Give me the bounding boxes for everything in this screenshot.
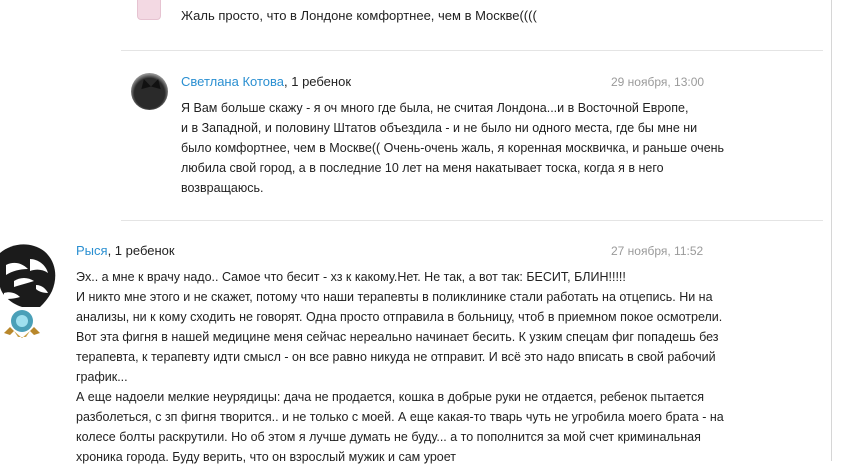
comment-line: терапевта, к терапевту идти смысл - он в…	[76, 350, 716, 364]
comment-line: Эх.. а мне к врачу надо.. Самое что беси…	[76, 270, 626, 284]
comment-line: было комфортнее, чем в Москве(( Очень-оч…	[181, 141, 725, 155]
comment-divider	[121, 220, 823, 221]
comment-line: любила свой город, а в последние 10 лет …	[181, 161, 664, 175]
comment-line: возвращаюсь.	[181, 181, 264, 195]
comment-line: хроника города. Буду верить, что он взро…	[76, 450, 456, 464]
comment-line: колесе болты раскрутили. Но об этом я лу…	[76, 430, 701, 444]
cat-ear-icon	[139, 77, 151, 90]
comment-line: А еще надоели мелкие неурядицы: дача не …	[76, 390, 704, 404]
comment-line: И никто мне этого и не скажет, потому чт…	[76, 290, 713, 304]
comment-line: график...	[76, 370, 128, 384]
comment-line: и в Западной, и половину Штатов объездил…	[181, 121, 698, 135]
comment-line: Вот эта фигня в нашей медицине меня сейч…	[76, 330, 719, 344]
author-name-link[interactable]: Рыся	[76, 243, 108, 258]
author-name-link[interactable]: Светлана Котова	[181, 74, 284, 89]
cat-ear-icon	[151, 77, 163, 90]
page-right-border	[831, 0, 832, 461]
comment-divider	[121, 50, 823, 51]
comment-text: Жаль просто, что в Лондоне комфортнее, ч…	[181, 8, 537, 23]
comment-line: анализы, ни к кому сходить не говорят. О…	[76, 310, 723, 324]
user-avatar[interactable]	[137, 0, 161, 20]
comment-date[interactable]: 29 ноября, 13:00	[611, 74, 704, 90]
user-avatar[interactable]	[0, 241, 62, 343]
comment-date[interactable]: 27 ноября, 11:52	[611, 243, 703, 259]
comment-line: Я Вам больше скажу - я оч много где была…	[181, 101, 689, 115]
comment-body: Эх.. а мне к врачу надо.. Самое что беси…	[76, 267, 724, 467]
author-meta: , 1 ребенок	[107, 243, 175, 258]
comment-body: Я Вам больше скажу - я оч много где была…	[181, 98, 724, 198]
author-meta: , 1 ребенок	[284, 74, 352, 89]
comment-author: Светлана Котова, 1 ребенок	[181, 74, 351, 90]
comment-line: разболеться, с зп фигня творится.. и не …	[76, 410, 724, 424]
comment-author: Рыся, 1 ребенок	[76, 243, 175, 259]
tiger-emblem-icon	[0, 244, 56, 338]
user-avatar[interactable]	[131, 73, 168, 110]
